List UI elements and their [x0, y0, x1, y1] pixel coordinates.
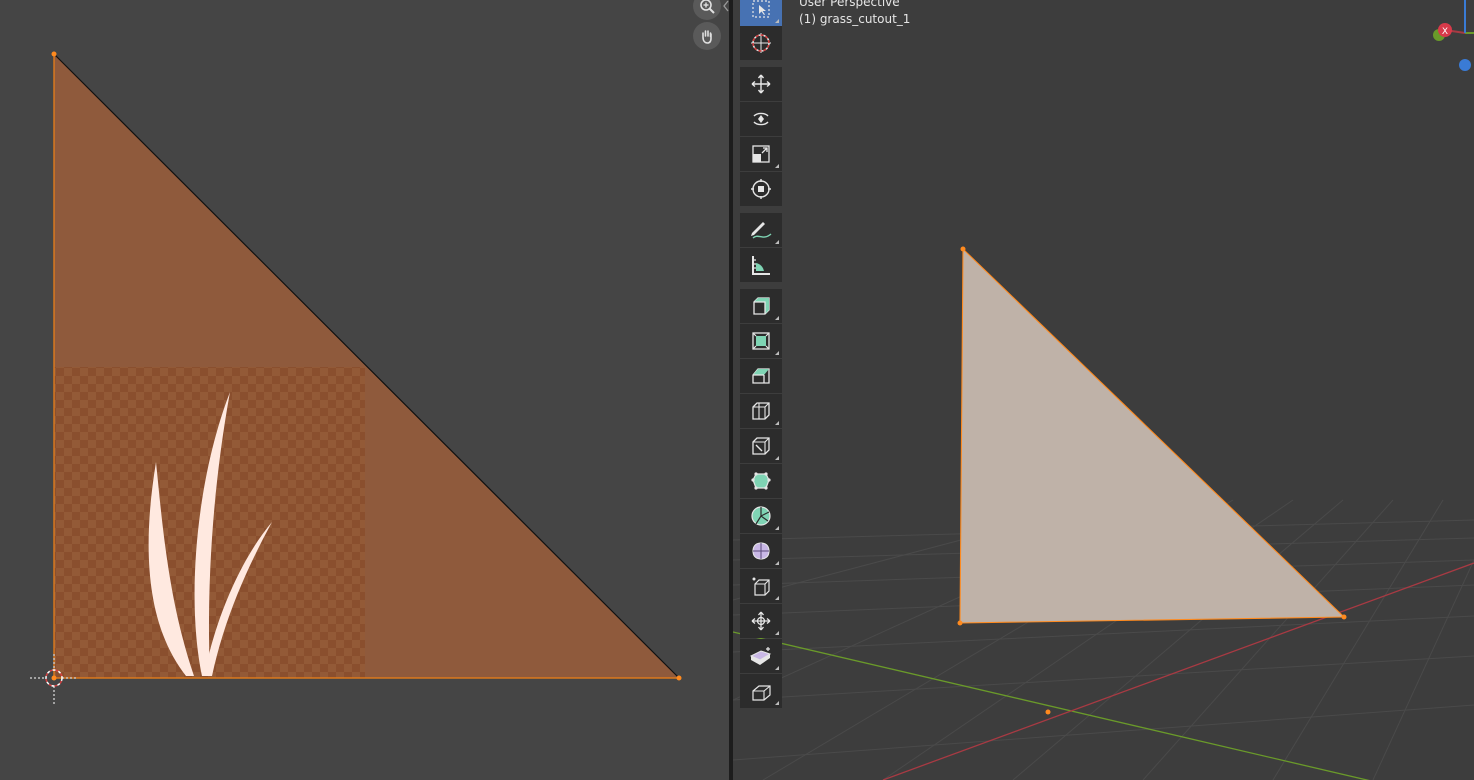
spin-icon — [752, 542, 770, 560]
uv-editor[interactable] — [0, 0, 729, 780]
uv-vertex[interactable] — [51, 675, 57, 681]
measure-ruler-icon — [752, 256, 770, 275]
bevel-icon — [752, 402, 770, 420]
rotate-tool[interactable] — [740, 102, 782, 136]
shrink-fatten-tool[interactable] — [740, 639, 782, 673]
shear-tool[interactable] — [740, 674, 782, 708]
edge-slide-tool[interactable] — [740, 604, 782, 638]
inset-faces-icon — [752, 368, 770, 384]
uv-canvas[interactable] — [0, 0, 729, 780]
chevron-left-icon[interactable] — [721, 0, 729, 12]
pan-button[interactable] — [693, 22, 721, 50]
move-tool[interactable] — [740, 67, 782, 101]
rotate-icon — [753, 112, 769, 126]
inset-faces-tool[interactable] — [740, 359, 782, 393]
viewport-canvas[interactable]: X — [733, 0, 1474, 780]
extrude-region-tool[interactable] — [740, 324, 782, 358]
y-axis-line — [733, 631, 1370, 780]
spin-tool[interactable] — [740, 534, 782, 568]
extrude-region-icon — [752, 332, 770, 350]
transform-icon — [751, 179, 771, 199]
mesh-vertex[interactable] — [957, 620, 963, 626]
3d-viewport[interactable]: X User Perspective (1) grass_cutout_1 — [733, 0, 1474, 780]
poly-build-icon — [751, 506, 771, 526]
shear-icon — [752, 685, 771, 701]
add-cube-icon — [753, 297, 770, 315]
uv-vertex[interactable] — [676, 675, 682, 681]
object-origin[interactable] — [1045, 709, 1051, 715]
select-box-tool[interactable] — [740, 0, 782, 26]
mesh-vertex[interactable] — [1341, 614, 1347, 620]
knife-icon — [751, 472, 771, 490]
hand-pan-icon — [702, 30, 712, 44]
gizmo-x-label: X — [1442, 27, 1448, 37]
cursor-tool[interactable] — [740, 26, 782, 60]
active-object-label: (1) grass_cutout_1 — [799, 12, 911, 26]
transform-tool[interactable] — [740, 172, 782, 206]
navigation-gizmo[interactable]: X — [1433, 0, 1474, 71]
edge-slide-icon — [751, 611, 771, 631]
add-cube-tool[interactable] — [740, 289, 782, 323]
scale-icon — [752, 145, 770, 163]
bevel-tool[interactable] — [740, 394, 782, 428]
loop-cut-tool[interactable] — [740, 429, 782, 463]
mesh-face[interactable] — [959, 247, 1346, 624]
scale-tool[interactable] — [740, 137, 782, 171]
annotate-pencil-icon — [751, 222, 772, 239]
select-box-icon — [752, 0, 770, 18]
loop-cut-icon — [752, 437, 770, 455]
move-arrows-icon — [751, 74, 771, 94]
3d-cursor-icon — [751, 33, 771, 53]
shrink-fatten-icon — [749, 647, 772, 665]
measure-tool[interactable] — [740, 248, 782, 282]
knife-tool[interactable] — [740, 464, 782, 498]
smooth-icon — [752, 577, 770, 596]
smooth-tool[interactable] — [740, 569, 782, 603]
uv-vertex[interactable] — [51, 51, 57, 57]
zoom-icon — [700, 0, 715, 14]
perspective-label: User Perspective — [799, 0, 900, 9]
annotate-tool[interactable] — [740, 213, 782, 247]
poly-build-tool[interactable] — [740, 499, 782, 533]
viewport-info-overlay: User Perspective (1) grass_cutout_1 — [799, 0, 910, 28]
mesh-vertex[interactable] — [960, 246, 966, 252]
